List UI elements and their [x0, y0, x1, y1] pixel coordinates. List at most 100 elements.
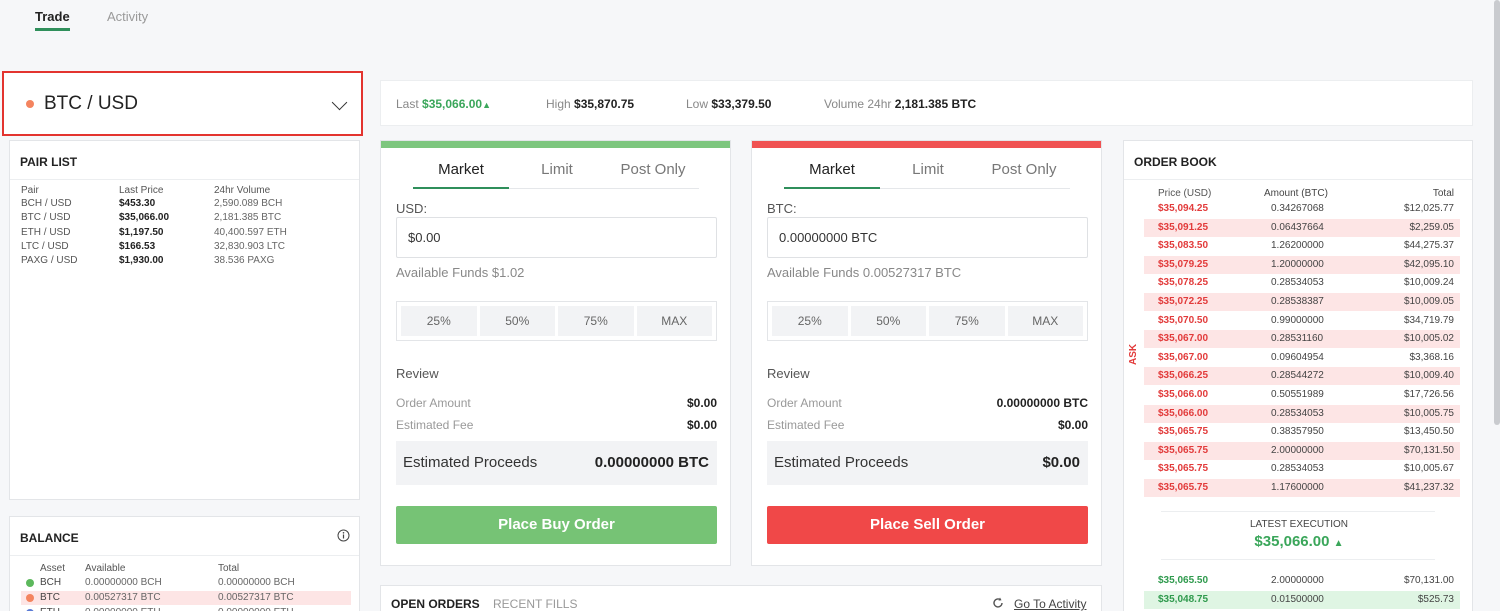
sell-tab-limit[interactable]: Limit	[880, 161, 976, 178]
stat-high-value: $35,870.75	[574, 97, 635, 111]
sell-order-amount: 0.00000000 BTC	[996, 396, 1088, 410]
ob-total: $70,131.00	[1403, 575, 1454, 586]
page-scrollbar[interactable]	[1494, 0, 1500, 425]
buy-review-heading: Review	[396, 366, 439, 381]
pair-list-table: Pair Last Price 24hr Volume BCH / USD $45…	[21, 185, 351, 275]
tab-activity[interactable]: Activity	[107, 9, 148, 24]
stat-low: Low $33,379.50	[686, 97, 772, 111]
sell-proceeds-value: $0.00	[1042, 454, 1080, 471]
ob-amount: 1.17600000	[1271, 482, 1324, 493]
ob-amount: 0.28544272	[1271, 370, 1324, 382]
place-sell-order-button[interactable]: Place Sell Order	[767, 506, 1088, 544]
ask-row[interactable]: $35,079.25 1.20000000 $42,095.10	[1144, 255, 1460, 274]
order-book-title: ORDER BOOK	[1134, 155, 1217, 169]
sell-amount-input[interactable]: 0.00000000 BTC	[767, 217, 1088, 258]
ob-amount: 0.28538387	[1271, 296, 1324, 307]
buy-order-panel: Market Limit Post Only USD: $0.00 Availa…	[380, 140, 731, 566]
order-book-panel: ORDER BOOK ASK Price (USD) Amount (BTC) …	[1123, 140, 1473, 611]
buy-order-amount: $0.00	[686, 396, 717, 410]
ob-total: $42,095.10	[1403, 258, 1454, 270]
ob-price: $35,079.25	[1158, 258, 1209, 270]
buy-tab-post-only[interactable]: Post Only	[605, 161, 701, 178]
buy-pct-75-button[interactable]: 75%	[558, 306, 634, 336]
stat-last-value: $35,066.00	[422, 97, 483, 111]
ask-row[interactable]: $35,083.50 1.26200000 $44,275.37	[1144, 237, 1460, 255]
refresh-icon[interactable]	[992, 597, 1004, 609]
info-icon[interactable]	[337, 529, 350, 542]
balance-table: Asset Available Total BCH 0.00000000 BCH 0…	[21, 563, 351, 611]
sell-pct-25-button[interactable]: 25%	[772, 306, 848, 336]
sell-review-heading: Review	[767, 366, 810, 381]
buy-amount-input[interactable]: $0.00	[396, 217, 717, 258]
buy-available-funds: Available Funds $1.02	[396, 265, 525, 280]
tab-recent-fills[interactable]: RECENT FILLS	[493, 597, 577, 611]
pair-name: LTC / USD	[21, 240, 69, 252]
pair-volume: 32,830.903 LTC	[214, 240, 285, 252]
sell-tab-post-only[interactable]: Post Only	[976, 161, 1072, 178]
chevron-down-icon	[331, 94, 348, 111]
buy-pct-50-button[interactable]: 50%	[479, 306, 555, 336]
ob-amount: 0.50551989	[1271, 389, 1324, 400]
buy-fee-row: Estimated Fee $0.00	[396, 418, 717, 432]
sell-pct-50-button[interactable]: 50%	[850, 306, 926, 336]
ob-price: $35,083.50	[1158, 240, 1209, 252]
pair-price: $35,066.00	[119, 212, 170, 224]
place-buy-order-button[interactable]: Place Buy Order	[396, 506, 717, 544]
ob-total: $10,009.24	[1403, 277, 1454, 289]
ob-total: $70,131.50	[1403, 444, 1454, 456]
ob-price: $35,094.25	[1158, 203, 1209, 214]
bid-row[interactable]: $35,048.75 0.01500000 $525.73	[1144, 590, 1460, 609]
ask-row[interactable]: $35,065.75 2.00000000 $70,131.50	[1144, 441, 1460, 460]
ask-row[interactable]: $35,066.00 0.50551989 $17,726.56	[1144, 386, 1460, 404]
sell-tab-market[interactable]: Market	[784, 161, 880, 178]
col-volume: 24hr Volume	[214, 185, 271, 196]
sell-pct-75-button[interactable]: 75%	[929, 306, 1005, 336]
up-arrow-icon: ▲	[482, 100, 492, 110]
buy-tab-market[interactable]: Market	[413, 161, 509, 178]
ob-price: $35,065.75	[1158, 426, 1209, 438]
ask-row[interactable]: $35,091.25 0.06437664 $2,259.05	[1144, 218, 1460, 237]
ask-row[interactable]: $35,072.25 0.28538387 $10,009.05	[1144, 293, 1460, 311]
pair-volume: 2,181.385 BTC	[214, 212, 282, 224]
buy-order-type-tabs: Market Limit Post Only	[413, 161, 699, 189]
buy-tab-limit[interactable]: Limit	[509, 161, 605, 178]
ob-amount: 0.99000000	[1271, 314, 1324, 326]
ask-row[interactable]: $35,065.75 0.38357950 $13,450.50	[1144, 423, 1460, 441]
buy-pct-max-button[interactable]: MAX	[636, 306, 712, 336]
ob-amount: 0.28531160	[1271, 333, 1324, 345]
buy-pct-25-button[interactable]: 25%	[401, 306, 477, 336]
ob-total: $3,368.16	[1409, 351, 1455, 363]
ask-row[interactable]: $35,065.75 1.17600000 $41,237.32	[1144, 479, 1460, 497]
ask-row[interactable]: $35,067.00 0.28531160 $10,005.02	[1144, 330, 1460, 349]
ask-row[interactable]: $35,094.25 0.34267068 $12,025.77	[1144, 200, 1460, 218]
sell-order-panel: Market Limit Post Only BTC: 0.00000000 B…	[751, 140, 1102, 566]
ask-row[interactable]: $35,065.75 0.28534053 $10,005.67	[1144, 460, 1460, 478]
ob-amount: 0.28534053	[1271, 407, 1324, 419]
ob-total: $41,237.32	[1403, 482, 1454, 493]
balance-asset: ETH	[40, 607, 60, 611]
ob-total: $525.73	[1417, 593, 1454, 605]
ob-amount: 0.38357950	[1271, 426, 1324, 438]
ob-price: $35,065.75	[1158, 463, 1209, 475]
ask-row[interactable]: $35,078.25 0.28534053 $10,009.24	[1144, 274, 1460, 292]
ob-total: $34,719.79	[1403, 314, 1454, 326]
pair-price: $1,197.50	[119, 226, 164, 238]
pair-name: PAXG / USD	[21, 255, 78, 267]
ob-total: $17,726.56	[1403, 389, 1454, 400]
ask-row[interactable]: $35,066.00 0.28534053 $10,005.75	[1144, 404, 1460, 423]
bid-row[interactable]: $35,065.50 2.00000000 $70,131.00	[1144, 572, 1460, 590]
ask-row[interactable]: $35,066.25 0.28544272 $10,009.40	[1144, 367, 1460, 386]
balance-asset: BTC	[40, 592, 60, 603]
ob-amount: 0.28534053	[1271, 463, 1324, 475]
sell-order-type-tabs: Market Limit Post Only	[784, 161, 1070, 189]
ask-row[interactable]: $35,067.00 0.09604954 $3,368.16	[1144, 349, 1460, 367]
tab-trade[interactable]: Trade	[35, 9, 70, 24]
stat-high: High $35,870.75	[546, 97, 635, 111]
pair-selector[interactable]: BTC / USD	[2, 71, 363, 136]
tab-open-orders[interactable]: OPEN ORDERS	[391, 597, 480, 611]
ask-row[interactable]: $35,070.50 0.99000000 $34,719.79	[1144, 312, 1460, 330]
balance-total: 0.00000000 ETH	[218, 607, 294, 611]
latest-execution-label: LATEST EXECUTION	[1250, 519, 1348, 530]
sell-pct-max-button[interactable]: MAX	[1007, 306, 1083, 336]
go-to-activity-link[interactable]: Go To Activity	[1014, 597, 1086, 611]
